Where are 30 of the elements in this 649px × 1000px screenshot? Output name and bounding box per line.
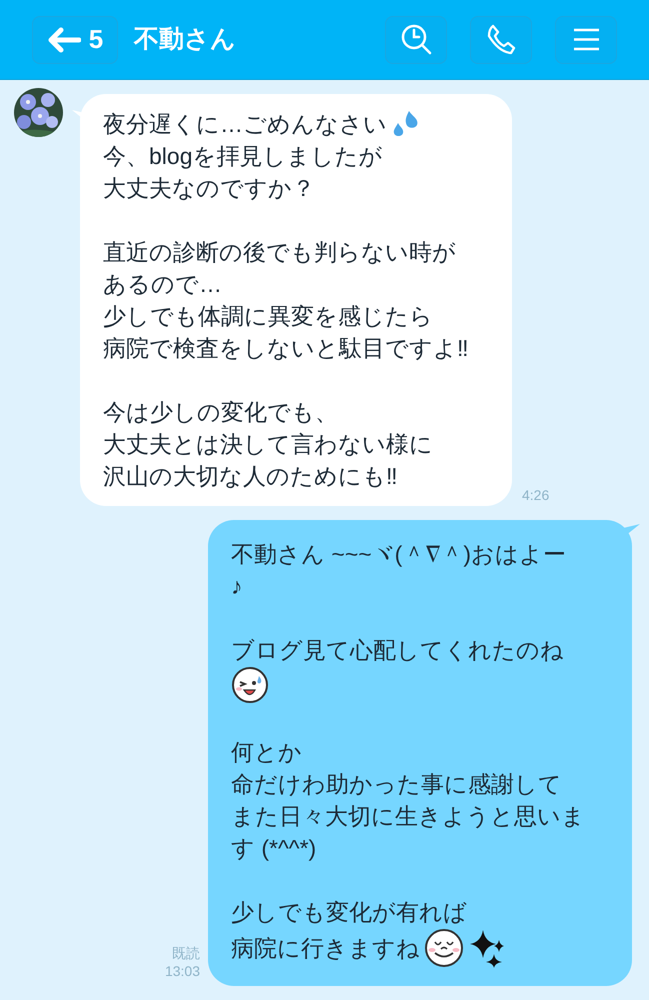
message-text: 大丈夫なのですか？ [103,174,315,203]
back-arrow-icon [46,26,81,52]
winking-face-icon [231,666,269,704]
message-text: 不動さん ~~~ヾ(＾∇＾)おはよー [231,540,566,569]
message-text: 少しでも変化が有れば [231,898,467,927]
message-text: 少しでも体調に異変を感じたら [103,302,433,331]
menu-button[interactable] [555,16,617,64]
message-text: 命だけわ助かった事に感謝して [231,770,562,799]
message-text: 沢山の大切な人のためにも‼ [103,462,398,491]
message-text: また日々大切に生きようと思いま [231,802,585,831]
call-button[interactable] [470,16,532,64]
message-text: 病院に行きますね [231,934,420,963]
message-text: 夜分遅くに…ごめんなさい [103,110,387,139]
message-text: ブログ見て心配してくれたのね [231,636,564,665]
message-text: す (*^^*) [231,834,316,863]
message-text: ♪ [231,572,242,601]
search-button[interactable] [385,16,447,64]
message-text: 今は少しの変化でも、 [103,398,338,427]
message-text: 病院で検査をしないと駄目ですよ‼ [103,334,468,363]
back-button[interactable]: 5 [32,16,118,64]
message-text: 何とか [231,738,302,767]
message-text: 直近の診断の後でも判らない時が [103,238,456,267]
chat-title: 不動さん [134,24,237,55]
message-text: 大丈夫とは決して言わない様に [103,430,433,459]
message-time: 4:26 [522,486,550,504]
message-time: 13:03 [164,962,200,980]
smiling-face-icon [424,928,464,968]
message-text: 今、blogを拝見しましたが [103,142,382,171]
message-text: あるので… [103,270,222,299]
read-receipt: 既読 [172,944,200,962]
